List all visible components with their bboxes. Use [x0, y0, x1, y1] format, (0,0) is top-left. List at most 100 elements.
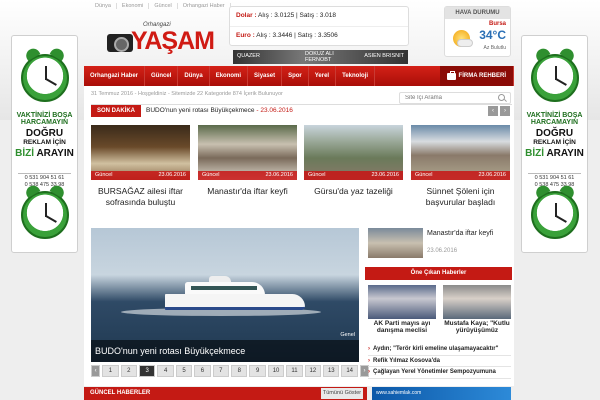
side-news-item[interactable]: Manastır'da iftar keyfi 23.06.2016 [368, 228, 511, 258]
news-card-title[interactable]: Manastır'da iftar keyfi [198, 186, 297, 197]
ad-callout: BİZİ ARAYIN [15, 148, 74, 159]
pagination-page[interactable]: 6 [194, 364, 211, 377]
weather-city: Bursa [488, 21, 506, 27]
top-link[interactable]: Dünya [90, 3, 117, 9]
header-banner-ad[interactable]: QUAZER DOKUZ ALI FERNOBT ASIEN BRISNIT [233, 50, 408, 64]
side-news-thumb [368, 228, 423, 258]
breaking-headline[interactable]: BUDO'nun yeni rotası Büyükçekmece - 23.0… [146, 107, 293, 114]
pagination-page[interactable]: 12 [304, 364, 322, 377]
side-news-title[interactable]: Manastır'da iftar keyfi [427, 230, 493, 237]
nav-item-orhangazi-haber[interactable]: Orhangazi Haber [84, 66, 146, 86]
featured-item[interactable]: Mustafa Kaya; "Kutlu yürüyüşümüz [443, 285, 511, 341]
top-link[interactable]: Orhangazi Haber [178, 3, 231, 9]
search-input[interactable] [399, 92, 511, 104]
news-card-title[interactable]: Sünnet Şöleni için başvurular başladı [411, 186, 510, 207]
featured-item[interactable]: AK Parti mayıs ayı danışma meclisi [368, 285, 436, 341]
featured-list: Aydın; "Terör kirli emeline ulaşamayacak… [368, 344, 511, 379]
slider-caption[interactable]: BUDO'nun yeni rotası Büyükçekmece [91, 340, 359, 362]
alarm-clock-icon [21, 183, 69, 239]
pagination-page[interactable]: 2 [120, 364, 138, 377]
featured-thumb [368, 285, 436, 319]
news-card[interactable]: Güncel 23.06.2016 Gürsu'da yaz tazeliği [304, 125, 403, 220]
news-card[interactable]: Güncel 23.06.2016 Manastır'da iftar keyfi [198, 125, 297, 220]
pagination-page[interactable]: 13 [323, 364, 340, 377]
nav-item-teknoloji[interactable]: Teknoloji [336, 66, 375, 86]
ad-subline: REKLAM İÇİN [533, 139, 576, 146]
ad-slogan: VAKTİNİZİ BOŞA HARCAMAYIN [526, 112, 583, 127]
site-logo[interactable]: Orhangazi YAŞAM [105, 22, 215, 56]
list-item[interactable]: Çağlayan Yerel Yönetimler Sempozyumuna [368, 367, 511, 379]
nav-item-yerel[interactable]: Yerel [309, 66, 337, 86]
pagination-page-active[interactable]: 3 [139, 364, 156, 377]
weather-widget: HAVA DURUMU Bursa 34°C Az Bulutlu [444, 6, 511, 57]
news-card[interactable]: Güncel 23.06.2016 Sünnet Şöleni için başv… [411, 125, 510, 220]
weather-title: HAVA DURUMU [445, 7, 510, 19]
news-card-title[interactable]: Gürsu'da yaz tazeliği [304, 186, 403, 197]
left-side-ad[interactable]: VAKTİNİZİ BOŞA HARCAMAYIN DOĞRU REKLAM İ… [11, 35, 78, 253]
pagination-page[interactable]: 7 [212, 364, 230, 377]
ad-phones: 0 531 904 51 61 0 538 475 33 98 [18, 173, 71, 188]
breaking-next-button[interactable]: › [500, 106, 510, 116]
pagination-page[interactable]: 1 [102, 364, 119, 377]
right-side-ad[interactable]: VAKTİNİZİ BOŞA HARCAMAYIN DOĞRU REKLAM İ… [521, 35, 588, 253]
weather-desc: Az Bulutlu [483, 45, 506, 51]
show-all-button[interactable]: Tümünü Göster [321, 388, 363, 399]
alarm-clock-icon [531, 46, 579, 102]
cloud-icon [457, 39, 473, 47]
breaking-prev-button[interactable]: ‹ [488, 106, 498, 116]
pagination-page[interactable]: 14 [341, 364, 358, 377]
ad-slogan: VAKTİNİZİ BOŞA HARCAMAYIN [16, 112, 73, 127]
nav-item-dunya[interactable]: Dünya [178, 66, 210, 86]
list-item[interactable]: Aydın; "Terör kirli emeline ulaşamayacak… [368, 344, 511, 356]
ad-headline: DOĞRU [535, 128, 574, 139]
pagination-prev-button[interactable]: ‹ [91, 364, 101, 377]
featured-grid: AK Parti mayıs ayı danışma meclisi Musta… [368, 285, 511, 341]
pagination-page[interactable]: 8 [231, 364, 248, 377]
nav-item-spor[interactable]: Spor [282, 66, 309, 86]
news-card-title[interactable]: BURSAĞAZ ailesi iftar sofrasında buluştu [91, 186, 190, 207]
side-news-date: 23.06.2016 [427, 248, 458, 254]
dolar-rate: Dolar : Alış : 3.0125 | Satış : 3.018 [236, 12, 336, 19]
news-card-image: Güncel 23.06.2016 [304, 125, 403, 180]
ad-callout: BİZİ ARAYIN [525, 148, 584, 159]
breaking-label: SON DAKİKA [91, 105, 141, 117]
news-card-image: Güncel 23.06.2016 [411, 125, 510, 180]
alarm-clock-icon [21, 46, 69, 102]
bottom-banner-ad[interactable]: www.sahiemlak.com [372, 387, 511, 400]
currency-widget: Dolar : Alış : 3.0125 | Satış : 3.018 Eu… [229, 6, 409, 46]
pagination-page[interactable]: 4 [157, 364, 174, 377]
pagination-page[interactable]: 11 [286, 364, 303, 377]
news-card-image: Güncel 23.06.2016 [91, 125, 190, 180]
ferry-image [165, 276, 305, 314]
news-card[interactable]: Güncel 23.06.2016 BURSAĞAZ ailesi iftar s… [91, 125, 190, 220]
pagination-page[interactable]: 10 [267, 364, 285, 377]
firma-rehberi-button[interactable]: FİRMA REHBERİ [439, 66, 514, 86]
news-card-image: Güncel 23.06.2016 [198, 125, 297, 180]
list-item[interactable]: Refik Yılmaz Kosova'da [368, 356, 511, 367]
nav-item-siyaset[interactable]: Siyaset [248, 66, 283, 86]
nav-item-guncel[interactable]: Güncel [145, 66, 179, 86]
featured-header: Öne Çıkan Haberler [365, 267, 512, 280]
featured-title[interactable]: Mustafa Kaya; "Kutlu yürüyüşümüz [443, 320, 511, 335]
alarm-clock-icon [531, 183, 579, 239]
slider-category: Genel [340, 332, 355, 338]
top-link[interactable]: Ekonomi [117, 3, 150, 9]
section-title: GÜNCEL HABERLER [90, 390, 151, 396]
weather-temp: 34°C [479, 28, 506, 42]
slider-pagination: ‹ 1 2 3 4 5 6 7 8 9 10 11 12 13 14 › [91, 364, 370, 377]
ad-headline: DOĞRU [25, 128, 64, 139]
top-link[interactable]: Güncel [149, 3, 178, 9]
featured-title[interactable]: AK Parti mayıs ayı danışma meclisi [368, 320, 436, 335]
search-icon[interactable] [498, 94, 505, 101]
featured-cards: Güncel 23.06.2016 BURSAĞAZ ailesi iftar s… [91, 125, 512, 220]
guncel-haberler-header: GÜNCEL HABERLER Tümünü Göster [84, 387, 367, 400]
main-nav: Orhangazi Haber Güncel Dünya Ekonomi Siy… [84, 66, 514, 86]
pagination-page[interactable]: 9 [249, 364, 266, 377]
main-slider[interactable]: Genel BUDO'nun yeni rotası Büyükçekmece [91, 228, 359, 362]
ad-subline: REKLAM İÇİN [23, 139, 66, 146]
nav-item-ekonomi[interactable]: Ekonomi [210, 66, 249, 86]
pagination-page[interactable]: 5 [175, 364, 193, 377]
site-info-line: 31 Temmuz 2016 - Hoşgeldiniz - Sitemizde… [91, 91, 283, 97]
briefcase-icon [446, 70, 456, 80]
breaking-news-bar: SON DAKİKA BUDO'nun yeni rotası Büyükçek… [91, 104, 512, 117]
